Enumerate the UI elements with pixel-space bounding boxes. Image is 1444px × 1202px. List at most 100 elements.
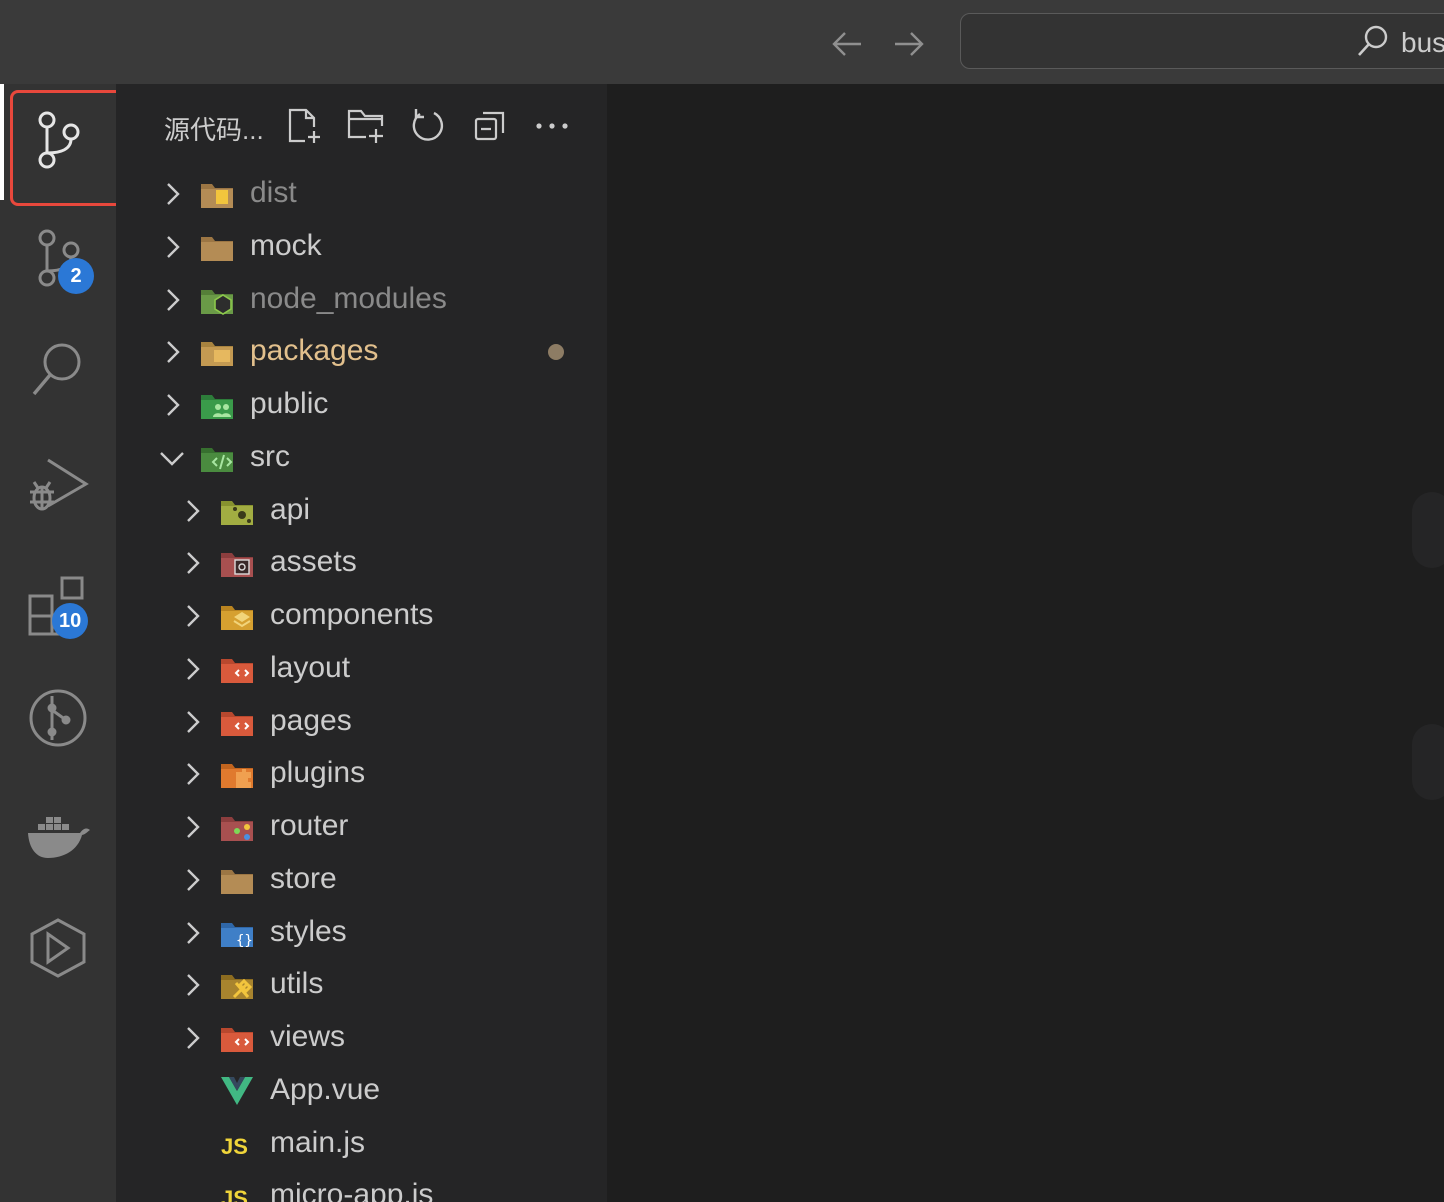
chevron-down-icon[interactable] [158,444,186,472]
chevron-right-icon[interactable] [178,1024,206,1052]
activity-git-graph[interactable] [14,670,102,766]
git-graph-icon [29,689,87,747]
folder-views-icon [220,1022,254,1054]
activity-remote-explorer[interactable] [14,900,102,996]
title-bar: bus [0,0,1444,84]
folder-dist-icon [200,178,234,210]
activity-docker[interactable] [14,786,102,882]
activity-source-control-graph[interactable] [14,92,102,188]
sidebar-title: 源代码... [164,115,264,145]
chevron-right-icon[interactable] [158,391,186,419]
arrow-right-icon [895,32,924,56]
search-icon [32,343,81,396]
active-indicator [0,84,4,200]
chevron-right-icon[interactable] [158,180,186,208]
tree-item-label: node_modules [250,281,447,315]
tree-item-label: views [270,1020,346,1053]
tree-folder-row[interactable]: router [116,801,607,853]
more-actions-button[interactable] [530,104,574,148]
tree-folder-row[interactable]: node_modules [116,274,607,326]
new-file-button[interactable] [282,104,326,148]
tree-folder-row[interactable]: components [116,590,607,642]
folder-api-icon [220,495,254,527]
command-center-search[interactable]: bus [960,13,1444,69]
tree-item-label: components [270,598,434,631]
js-file-icon: JS [220,1180,254,1202]
tree-file-row[interactable]: JS main.js [116,1118,607,1170]
folder-assets-icon [220,547,254,579]
extensions-badge: 10 [52,603,89,639]
tree-folder-row[interactable]: plugins [116,748,607,800]
folder-icon [200,231,234,263]
js-file-icon: JS [220,1128,254,1160]
tree-item-label: main.js [270,1125,366,1159]
tree-folder-row[interactable]: public [116,379,607,431]
tree-item-label: packages [250,334,379,368]
tree-item-label: src [250,439,290,473]
chevron-right-icon[interactable] [178,602,206,630]
tree-folder-row[interactable]: utils [116,959,607,1011]
tree-file-row[interactable]: JS micro-app.js [116,1170,607,1202]
chevron-right-icon[interactable] [178,919,206,947]
folder-plugins-icon [220,758,254,790]
scm-badge: 2 [58,258,94,294]
tree-folder-row[interactable]: views [116,1012,607,1064]
svg-text:JS: JS [221,1134,248,1159]
tree-folder-row[interactable]: layout [116,643,607,695]
chevron-right-icon[interactable] [178,497,206,525]
chevron-right-icon[interactable] [178,708,206,736]
source-control-icon [38,111,80,169]
tree-folder-row[interactable]: src [116,432,607,484]
activity-search[interactable] [14,322,102,418]
search-icon [1358,25,1388,56]
tree-item-label: router [270,809,349,842]
chevron-right-icon[interactable] [158,286,186,314]
folder-layout-icon [220,653,254,685]
chevron-right-icon[interactable] [178,971,206,999]
folder-pages-icon [220,706,254,738]
activity-scm[interactable] [14,210,102,306]
folder-node-icon [200,284,234,316]
modified-dot [548,344,564,361]
activity-extensions[interactable] [14,556,102,652]
tree-item-label: api [270,492,311,526]
tree-folder-row[interactable]: dist [116,168,607,220]
tree-folder-row[interactable]: pages [116,696,607,748]
tree-item-label: mock [250,228,322,262]
chevron-right-icon[interactable] [158,233,186,261]
tree-folder-row[interactable]: assets [116,537,607,589]
folder-components-icon [220,600,254,632]
vue-file-icon [220,1075,254,1107]
svg-text:{}: {} [236,933,253,949]
refresh-explorer-button[interactable] [406,104,450,148]
chevron-right-icon[interactable] [178,655,206,683]
tree-folder-row[interactable]: store [116,854,607,906]
editor-scroll-edge [1412,724,1444,800]
chevron-right-icon[interactable] [178,760,206,788]
tree-item-label: assets [270,545,357,579]
forward-button[interactable] [891,26,927,62]
tree-folder-row[interactable]: mock [116,221,607,273]
chevron-right-icon[interactable] [158,338,186,366]
new-file-icon [288,108,320,143]
activity-run-debug[interactable] [14,438,102,534]
tree-item-label: plugins [270,756,366,790]
tree-folder-row[interactable]: {} styles [116,907,607,959]
tree-item-label: utils [270,967,324,1001]
folder-styles-icon: {} [220,917,254,949]
chevron-right-icon[interactable] [178,549,206,577]
docker-icon [28,817,90,858]
tree-folder-row[interactable]: api [116,485,607,537]
folder-src-icon [200,442,234,474]
collapse-folders-button[interactable] [468,104,512,148]
back-button[interactable] [829,26,865,62]
arrow-left-icon [832,32,861,56]
tree-item-label: App.vue [270,1072,381,1106]
folder-utils-icon [220,969,254,1001]
new-folder-icon [347,109,384,143]
new-folder-button[interactable] [344,104,388,148]
tree-folder-row[interactable]: packages [116,326,607,378]
tree-file-row[interactable]: App.vue [116,1065,607,1117]
chevron-right-icon[interactable] [178,866,206,894]
chevron-right-icon[interactable] [178,813,206,841]
